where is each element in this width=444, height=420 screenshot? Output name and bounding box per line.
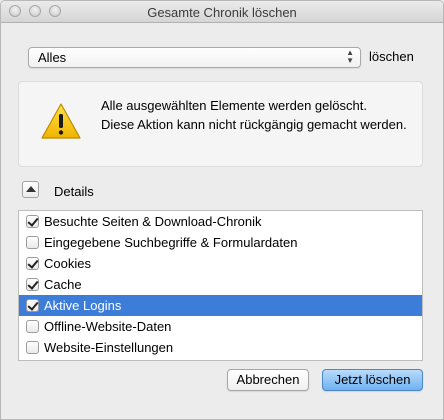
notice-line-1: Alle ausgewählten Elemente werden gelösc…: [101, 98, 367, 113]
checkbox[interactable]: [26, 278, 39, 291]
timerange-value: Alles: [38, 50, 67, 65]
notice-text: Alle ausgewählten Elemente werden gelösc…: [101, 96, 411, 134]
list-item[interactable]: Offline-Website-Daten: [19, 316, 422, 337]
list-item[interactable]: Besuchte Seiten & Download-Chronik: [19, 211, 422, 232]
timerange-select[interactable]: Alles ▲ ▼: [28, 47, 361, 68]
window-title: Gesamte Chronik löschen: [147, 5, 297, 20]
list-item[interactable]: Website-Einstellungen: [19, 337, 422, 358]
timerange-suffix: löschen: [369, 49, 414, 64]
list-item[interactable]: Cookies: [19, 253, 422, 274]
delete-now-button[interactable]: Jetzt löschen: [322, 369, 423, 391]
cancel-button[interactable]: Abbrechen: [227, 369, 309, 391]
checkbox[interactable]: [26, 236, 39, 249]
updown-arrows-icon: ▲ ▼: [346, 48, 354, 65]
details-toggle-button[interactable]: [22, 181, 39, 198]
dialog-window: Gesamte Chronik löschen Alles ▲ ▼ löschen…: [0, 0, 444, 420]
list-item-label: Aktive Logins: [44, 298, 122, 313]
list-item[interactable]: Eingegebene Suchbegriffe & Formulardaten: [19, 232, 422, 253]
details-label: Details: [54, 184, 94, 199]
list-item-label: Cache: [44, 277, 82, 292]
details-list: Besuchte Seiten & Download-Chronik Einge…: [18, 210, 423, 361]
warning-icon: [41, 103, 81, 139]
list-item-label: Offline-Website-Daten: [44, 319, 172, 334]
list-item-label: Website-Einstellungen: [44, 340, 174, 355]
checkbox[interactable]: [26, 215, 39, 228]
list-item[interactable]: Aktive Logins: [19, 295, 422, 316]
checkbox[interactable]: [26, 257, 39, 270]
list-item-label: Cookies: [44, 256, 91, 271]
list-item[interactable]: Cache: [19, 274, 422, 295]
checkbox[interactable]: [26, 320, 39, 333]
notice-line-2: Diese Aktion kann nicht rückgängig gemac…: [101, 117, 407, 132]
title-bar[interactable]: Gesamte Chronik löschen: [1, 1, 443, 23]
warning-notice: Alle ausgewählten Elemente werden gelösc…: [18, 81, 423, 167]
list-item-label: Eingegebene Suchbegriffe & Formulardaten: [44, 235, 298, 250]
checkbox[interactable]: [26, 299, 39, 312]
checkbox[interactable]: [26, 341, 39, 354]
list-item-label: Besuchte Seiten & Download-Chronik: [44, 214, 262, 229]
